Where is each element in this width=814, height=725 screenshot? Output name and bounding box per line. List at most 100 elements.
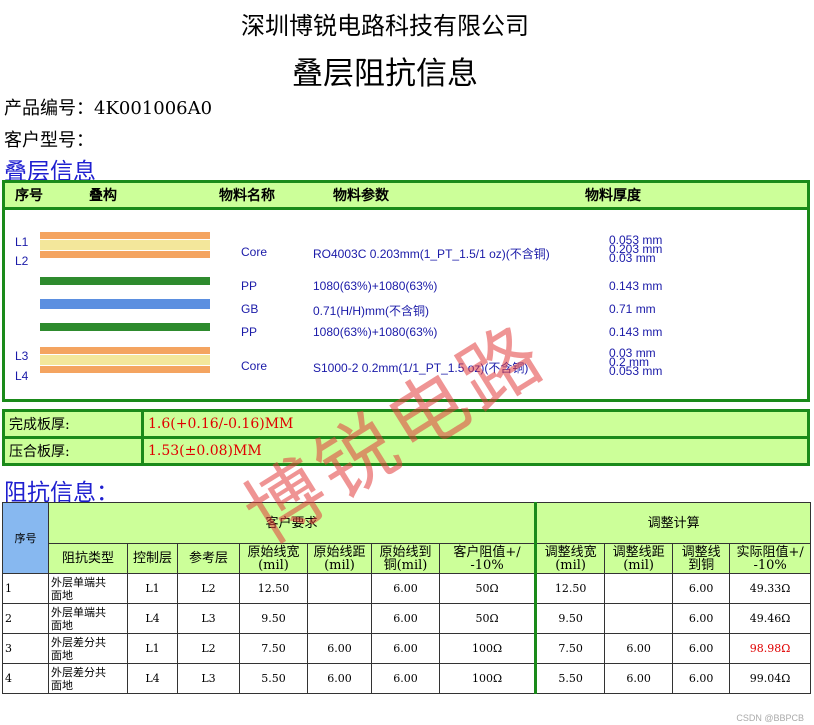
table-cell: 7.50: [535, 633, 606, 664]
table-row: 2 外层单端共 面地 L4 L3 9.50 6.00 50Ω 9.50 6.00 49.46Ω: [2, 603, 812, 634]
customer-requirement-header: 客户要求: [47, 502, 538, 544]
header-material-param: 物料参数: [333, 188, 389, 204]
material-thickness: 0.053 mm 0.203 mm 0.03 mm: [609, 234, 662, 264]
table-group-header-row: 序号 客户要求 调整计算: [2, 502, 812, 574]
table-cell: 4: [2, 663, 49, 694]
stackup-header: 序号 叠构 物料名称 物料参数 物料厚度: [5, 183, 807, 210]
table-header-row: 阻抗类型 控制层 参考层 原始线宽 (mil) 原始线距 (mil) 原始线到 …: [3, 543, 812, 574]
company-name: 深圳博锐电路科技有限公司: [241, 12, 529, 40]
table-cell: L4: [127, 603, 178, 634]
impedance-table: 序号 客户要求 调整计算 阻抗类型 控制层 参考层 原始线宽 (mil) 原始线…: [2, 502, 812, 694]
table-cell: 12.50: [239, 573, 308, 604]
material-thickness: 0.03 mm 0.2 mm 0.053 mm: [609, 347, 663, 378]
table-cell: 6.00: [371, 633, 440, 664]
table-cell: 12.50: [535, 573, 606, 604]
table-cell: 2: [2, 603, 49, 634]
table-cell: 6.00: [371, 663, 440, 694]
table-row: 1 外层单端共 面地 L1 L2 12.50 6.00 50Ω 12.50 6.00 49.33Ω: [2, 573, 812, 604]
table-cell: 6.00: [604, 633, 674, 664]
thickness-value: 0.053 mm: [609, 364, 663, 378]
table-row: 压合板厚: 1.53(±0.08)MM: [2, 436, 810, 466]
header-seq: 序号: [15, 188, 43, 204]
material-name: Core: [241, 359, 268, 373]
table-cell: 外层单端共 面地: [48, 573, 128, 604]
header-structure: 叠构: [89, 188, 117, 204]
thickness-value: 0.143 mm: [609, 279, 663, 293]
table-cell: [307, 603, 372, 634]
table-cell: L2: [177, 573, 240, 604]
table-cell: L2: [177, 633, 240, 664]
table-cell: 49.46Ω: [729, 603, 812, 634]
table-cell: 99.04Ω: [729, 663, 812, 694]
table-cell: 外层单端共 面地: [48, 603, 128, 634]
table-cell: L1: [127, 573, 178, 604]
table-cell: 6.00: [307, 663, 372, 694]
table-cell: 98.98Ω: [729, 633, 812, 664]
customer-model: 客户型号：: [4, 130, 94, 151]
table-row: 3 外层差分共 面地 L1 L2 7.50 6.00 6.00 100Ω 7.50 6.00 6.0…: [2, 633, 812, 664]
table-cell: 5.50: [535, 663, 606, 694]
prepreg-layer-1: [40, 277, 210, 285]
material-param: RO4003C 0.203mm(1_PT_1.5/1 oz)(不含铜): [313, 247, 550, 261]
material-name: PP: [241, 325, 258, 339]
table-cell: [604, 573, 674, 604]
table-cell: [307, 573, 372, 604]
prepreg-layer-2: [40, 323, 210, 331]
adjust-calc-header: 调整计算: [535, 502, 812, 544]
table-cell: 100Ω: [438, 663, 538, 694]
column-header: 参考层: [177, 543, 240, 574]
credit-text: CSDN @BBPCB: [736, 713, 804, 723]
material-param: 0.71(H/H)mm(不含铜): [313, 304, 429, 318]
column-header: 原始线宽 (mil): [239, 543, 308, 574]
column-header: 调整线 到铜: [672, 543, 731, 574]
gb-layer: [40, 299, 210, 309]
column-header: 客户阻值+/ -10%: [438, 543, 538, 574]
table-cell: 6.00: [672, 573, 731, 604]
core-dielectric-2: [40, 355, 210, 365]
table-cell: 6.00: [371, 603, 440, 634]
header-material-name: 物料名称: [219, 188, 275, 204]
layer-label-l4: L4: [15, 369, 29, 383]
copper-layer-l4: [40, 366, 210, 373]
material-param: 1080(63%)+1080(63%): [313, 325, 438, 339]
column-header: 调整线距 (mil): [604, 543, 674, 574]
press-thickness-label: 压合板厚:: [2, 436, 144, 466]
material-name: GB: [241, 302, 259, 316]
table-cell: 外层差分共 面地: [48, 663, 128, 694]
column-header: 控制层: [127, 543, 178, 574]
table-cell: 6.00: [307, 633, 372, 664]
copper-layer-l3: [40, 347, 210, 354]
table-cell: 9.50: [535, 603, 606, 634]
table-cell: L3: [177, 663, 240, 694]
material-param: 1080(63%)+1080(63%): [313, 279, 438, 293]
column-header: 阻抗类型: [48, 543, 128, 574]
table-cell: 7.50: [239, 633, 308, 664]
material-name: PP: [241, 279, 258, 293]
layer-label-l2: L2: [15, 254, 29, 268]
copper-layer-l2: [40, 251, 210, 258]
thickness-value: 0.71 mm: [609, 302, 656, 316]
table-cell: 6.00: [672, 663, 731, 694]
table-cell: 5.50: [239, 663, 308, 694]
column-header: 实际阻值+/ -10%: [729, 543, 812, 574]
table-cell: 1: [2, 573, 49, 604]
column-header: 原始线到 铜(mil): [371, 543, 440, 574]
column-header: 原始线距 (mil): [307, 543, 372, 574]
table-cell: 6.00: [371, 573, 440, 604]
table-cell: 3: [2, 633, 49, 664]
stackup-panel: 序号 叠构 物料名称 物料参数 物料厚度 L1 L2 L3 L4 Core RO…: [2, 180, 810, 402]
table-cell: 50Ω: [438, 573, 538, 604]
finish-thickness-value: 1.6(+0.16/-0.16)MM: [141, 409, 810, 439]
table-row: 完成板厚: 1.6(+0.16/-0.16)MM: [2, 409, 810, 439]
core-dielectric-1: [40, 240, 210, 250]
table-cell: 6.00: [604, 663, 674, 694]
table-cell: 6.00: [672, 633, 731, 664]
table-cell: L3: [177, 603, 240, 634]
table-cell: L1: [127, 633, 178, 664]
table-cell: 6.00: [672, 603, 731, 634]
table-cell: 外层差分共 面地: [48, 633, 128, 664]
seq-header: 序号: [2, 502, 49, 574]
column-header: 调整线宽 (mil): [535, 543, 606, 574]
layer-label-l3: L3: [15, 349, 29, 363]
table-cell: 100Ω: [438, 633, 538, 664]
